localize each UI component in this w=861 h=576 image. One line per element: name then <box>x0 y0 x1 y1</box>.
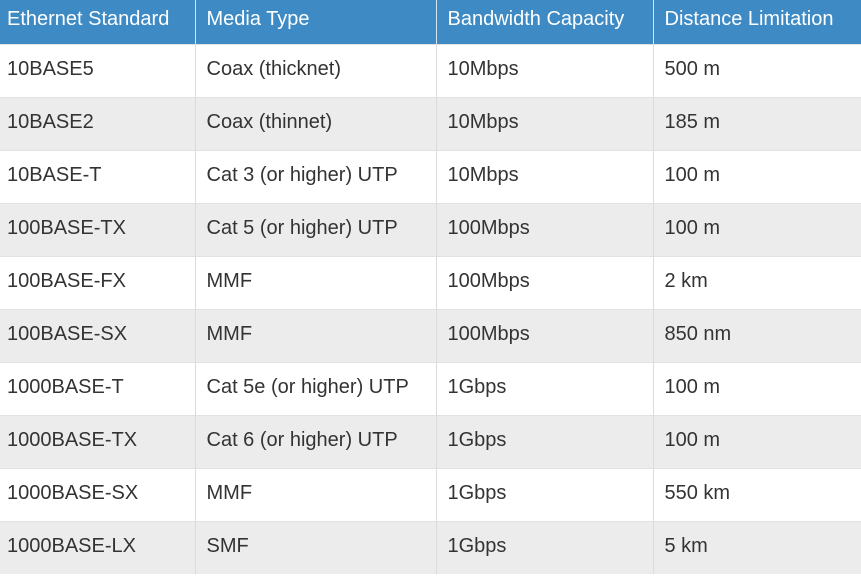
cell-distance-limitation: 5 km <box>653 520 861 574</box>
cell-distance-limitation: 850 nm <box>653 308 861 362</box>
cell-media-type: MMF <box>195 467 437 521</box>
cell-media-type: MMF <box>195 308 437 362</box>
cell-bandwidth-capacity: 10Mbps <box>436 96 654 150</box>
cell-distance-limitation: 550 km <box>653 467 861 521</box>
cell-media-type: MMF <box>195 255 437 309</box>
cell-media-type: Cat 6 (or higher) UTP <box>195 414 437 468</box>
cell-bandwidth-capacity: 1Gbps <box>436 361 654 415</box>
cell-distance-limitation: 100 m <box>653 414 861 468</box>
cell-ethernet-standard: 1000BASE-SX <box>0 467 196 521</box>
cell-bandwidth-capacity: 100Mbps <box>436 308 654 362</box>
cell-media-type: Coax (thinnet) <box>195 96 437 150</box>
cell-ethernet-standard: 100BASE-FX <box>0 255 196 309</box>
table-row: 1000BASE-LX SMF 1Gbps 5 km <box>0 520 861 574</box>
cell-ethernet-standard: 1000BASE-TX <box>0 414 196 468</box>
cell-bandwidth-capacity: 100Mbps <box>436 255 654 309</box>
cell-distance-limitation: 100 m <box>653 202 861 256</box>
cell-bandwidth-capacity: 10Mbps <box>436 149 654 203</box>
header-bandwidth-capacity: Bandwidth Capacity <box>436 0 654 44</box>
cell-distance-limitation: 500 m <box>653 43 861 97</box>
header-ethernet-standard: Ethernet Standard <box>0 0 196 44</box>
cell-ethernet-standard: 10BASE2 <box>0 96 196 150</box>
header-distance-limitation: Distance Limitation <box>653 0 861 44</box>
cell-media-type: SMF <box>195 520 437 574</box>
cell-distance-limitation: 100 m <box>653 149 861 203</box>
ethernet-standards-table: Ethernet Standard Media Type Bandwidth C… <box>0 0 861 574</box>
table-row: 100BASE-FX MMF 100Mbps 2 km <box>0 255 861 309</box>
header-row: Ethernet Standard Media Type Bandwidth C… <box>0 0 861 44</box>
cell-ethernet-standard: 10BASE-T <box>0 149 196 203</box>
cell-ethernet-standard: 100BASE-SX <box>0 308 196 362</box>
cell-ethernet-standard: 10BASE5 <box>0 43 196 97</box>
table-header: Ethernet Standard Media Type Bandwidth C… <box>0 0 861 44</box>
table-body: 10BASE5 Coax (thicknet) 10Mbps 500 m 10B… <box>0 43 861 574</box>
cell-ethernet-standard: 1000BASE-LX <box>0 520 196 574</box>
cell-bandwidth-capacity: 1Gbps <box>436 520 654 574</box>
cell-media-type: Coax (thicknet) <box>195 43 437 97</box>
cell-distance-limitation: 185 m <box>653 96 861 150</box>
cell-bandwidth-capacity: 10Mbps <box>436 43 654 97</box>
table-row: 1000BASE-T Cat 5e (or higher) UTP 1Gbps … <box>0 361 861 415</box>
cell-media-type: Cat 3 (or higher) UTP <box>195 149 437 203</box>
cell-distance-limitation: 100 m <box>653 361 861 415</box>
header-media-type: Media Type <box>195 0 437 44</box>
table-row: 100BASE-SX MMF 100Mbps 850 nm <box>0 308 861 362</box>
cell-ethernet-standard: 1000BASE-T <box>0 361 196 415</box>
cell-bandwidth-capacity: 1Gbps <box>436 467 654 521</box>
table-row: 10BASE5 Coax (thicknet) 10Mbps 500 m <box>0 43 861 97</box>
table-row: 10BASE2 Coax (thinnet) 10Mbps 185 m <box>0 96 861 150</box>
table-row: 1000BASE-SX MMF 1Gbps 550 km <box>0 467 861 521</box>
cell-ethernet-standard: 100BASE-TX <box>0 202 196 256</box>
cell-media-type: Cat 5e (or higher) UTP <box>195 361 437 415</box>
table-row: 1000BASE-TX Cat 6 (or higher) UTP 1Gbps … <box>0 414 861 468</box>
cell-media-type: Cat 5 (or higher) UTP <box>195 202 437 256</box>
cell-bandwidth-capacity: 1Gbps <box>436 414 654 468</box>
table-row: 100BASE-TX Cat 5 (or higher) UTP 100Mbps… <box>0 202 861 256</box>
cell-distance-limitation: 2 km <box>653 255 861 309</box>
cell-bandwidth-capacity: 100Mbps <box>436 202 654 256</box>
table-row: 10BASE-T Cat 3 (or higher) UTP 10Mbps 10… <box>0 149 861 203</box>
